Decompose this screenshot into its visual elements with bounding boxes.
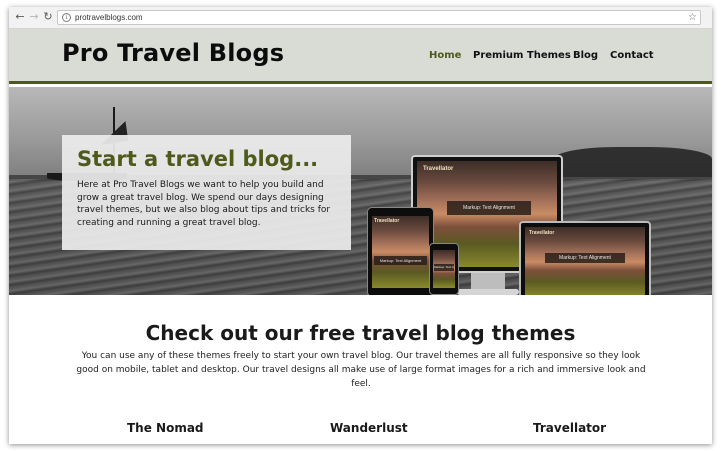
laptop-caption: Markup: Text Alignment: [545, 253, 625, 263]
nav-home[interactable]: Home: [429, 49, 461, 63]
phone-mockup: Markup: Text Alignment: [429, 243, 459, 295]
info-icon[interactable]: i: [62, 13, 71, 22]
nav-premium-themes[interactable]: Premium Themes: [473, 49, 571, 63]
laptop-site-name: Travellator: [529, 230, 555, 236]
arrow-right-icon[interactable]: →: [27, 10, 41, 24]
address-bar[interactable]: i protravelblogs.com ☆: [57, 10, 701, 25]
theme-title-nomad[interactable]: The Nomad: [127, 420, 204, 436]
site-header: Pro Travel Blogs Home Premium Themes Blo…: [9, 29, 712, 84]
hero-heading: Start a travel blog...: [77, 147, 319, 171]
tablet-screen: [372, 216, 429, 288]
nav-contact[interactable]: Contact: [610, 49, 654, 63]
url-text[interactable]: protravelblogs.com: [75, 12, 143, 24]
browser-window: ← → ↻ i protravelblogs.com ☆ Pro Travel …: [9, 7, 712, 444]
desktop-site-name: Travellator: [423, 166, 454, 172]
tablet-caption: Markup: Text Alignment: [374, 256, 427, 265]
themes-section-title: Check out our free travel blog themes: [145, 321, 576, 345]
reload-icon[interactable]: ↻: [41, 10, 55, 24]
hero-banner: Start a travel blog... Here at Pro Trave…: [9, 87, 712, 295]
browser-toolbar: ← → ↻ i protravelblogs.com ☆: [9, 7, 712, 29]
site-logo[interactable]: Pro Travel Blogs: [62, 38, 284, 68]
hero-treeline: [554, 147, 712, 177]
arrow-left-icon[interactable]: ←: [13, 10, 27, 24]
tablet-site-name: Travellator: [374, 218, 400, 224]
phone-caption: Markup: Text Alignment: [434, 264, 454, 271]
hero-text: Here at Pro Travel Blogs we want to help…: [77, 180, 331, 228]
desktop-caption: Markup: Text Alignment: [447, 201, 531, 215]
themes-section-description: You can use any of these themes freely t…: [76, 351, 646, 389]
theme-title-wanderlust[interactable]: Wanderlust: [330, 420, 408, 436]
header-divider: [9, 81, 712, 84]
tablet-mockup: Travellator Markup: Text Alignment: [367, 207, 434, 295]
hero-intro-box: Start a travel blog... Here at Pro Trave…: [62, 135, 351, 250]
laptop-mockup: Travellator Markup: Text Alignment: [519, 221, 651, 295]
nav-blog[interactable]: Blog: [573, 49, 598, 63]
star-icon[interactable]: ☆: [688, 11, 697, 24]
theme-title-travellator[interactable]: Travellator: [533, 420, 606, 436]
desktop-base: [457, 289, 519, 295]
